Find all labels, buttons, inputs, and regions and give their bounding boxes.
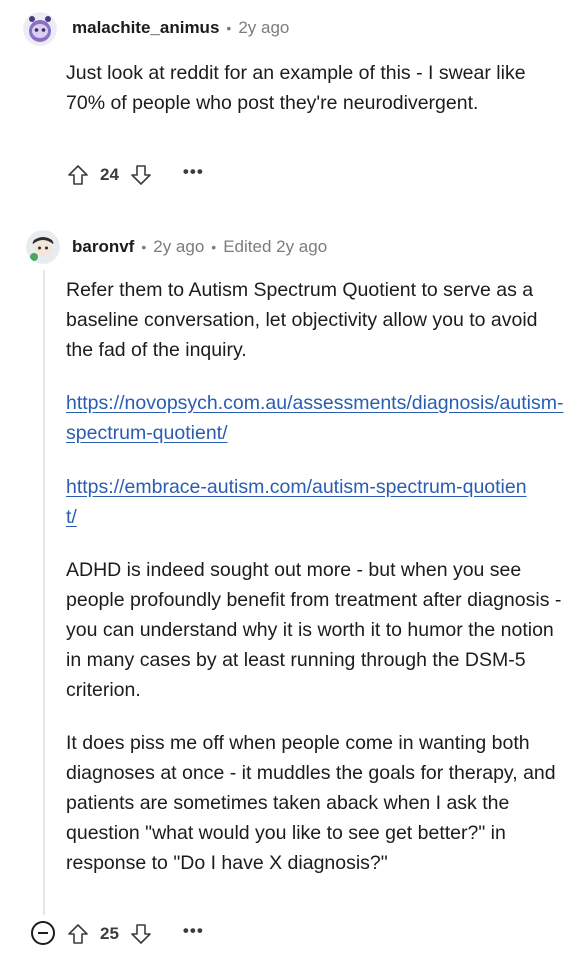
link-novopsych[interactable]: https://novopsych.com.au/assessments/dia… [66, 392, 563, 444]
comment-body: Just look at reddit for an example of th… [66, 62, 526, 114]
comment-paragraph: Refer them to Autism Spectrum Quotient t… [66, 279, 538, 361]
link-embrace-autism[interactable]: https://embrace-autism.com/autism-spectr… [66, 476, 527, 528]
comment-baronvf: baronvf • 2y ago • Edited 2y ago Refer t… [0, 220, 580, 960]
downvote-icon[interactable] [129, 922, 153, 946]
more-options-icon[interactable]: ••• [183, 163, 204, 184]
comment-meta: baronvf • 2y ago • Edited 2y ago [72, 237, 327, 257]
edited-label: Edited 2y ago [223, 237, 328, 256]
separator-dot: • [141, 239, 147, 255]
avatar[interactable] [26, 230, 60, 264]
collapse-thread-icon[interactable] [31, 921, 55, 945]
comment-paragraph: It does piss me off when people come in … [66, 732, 556, 874]
comment-link-paragraph: https://embrace-autism.com/autism-spectr… [66, 472, 536, 532]
vote-count: 24 [100, 165, 119, 184]
comment-meta: malachite_animus • 2y ago [72, 18, 289, 38]
separator-dot: • [211, 239, 217, 255]
avatar[interactable] [23, 12, 57, 46]
downvote-icon[interactable] [129, 163, 153, 187]
upvote-icon[interactable] [66, 163, 90, 187]
username[interactable]: malachite_animus [72, 18, 219, 38]
comment-actions: 25 ••• [66, 919, 204, 949]
upvote-icon[interactable] [66, 922, 90, 946]
more-options-icon[interactable]: ••• [183, 922, 204, 943]
comment-malachite-animus: malachite_animus • 2y ago Just look at r… [0, 0, 580, 200]
comment-paragraph: ADHD is indeed sought out more - but whe… [66, 559, 562, 701]
vote-count: 25 [100, 924, 119, 943]
thread-line[interactable] [43, 270, 45, 915]
separator-dot: • [226, 20, 232, 36]
username[interactable]: baronvf [72, 237, 134, 257]
comment-link-paragraph: https://novopsych.com.au/assessments/dia… [66, 388, 566, 448]
comment-actions: 24 ••• [66, 160, 204, 190]
timestamp: 2y ago [153, 237, 205, 256]
timestamp: 2y ago [238, 18, 290, 37]
